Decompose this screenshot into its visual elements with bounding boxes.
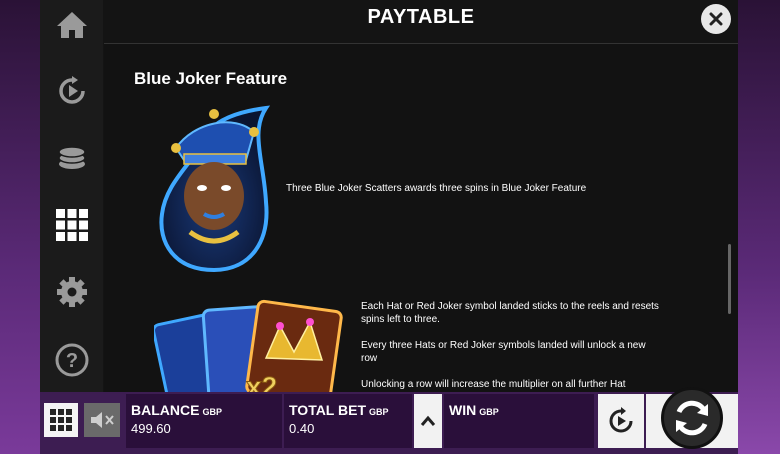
sound-toggle-button[interactable] <box>84 403 120 437</box>
autoplay-button[interactable] <box>598 394 644 448</box>
hat-cards-symbol-image: x2 <box>154 299 343 392</box>
side-nav: ? <box>40 0 103 392</box>
chevron-up-icon <box>420 415 436 426</box>
game-background-left <box>0 0 40 454</box>
sound-muted-icon <box>91 412 114 428</box>
section-title: Blue Joker Feature <box>134 69 288 88</box>
menu-grid-icon <box>50 409 72 431</box>
settings-icon <box>56 277 87 307</box>
game-background-right <box>738 0 780 454</box>
bet-up-button[interactable] <box>414 394 442 448</box>
nav-home-button[interactable] <box>40 0 103 50</box>
total-bet-currency: GBP <box>369 407 389 417</box>
menu-button[interactable] <box>44 403 78 437</box>
autoplay-icon <box>58 76 85 104</box>
autoplay-icon <box>609 407 633 433</box>
total-bet-label: TOTAL BET <box>289 402 366 418</box>
total-bet-value: 0.40 <box>289 421 315 436</box>
win-box: WIN GBP <box>444 394 594 448</box>
feature-description-1: Three Blue Joker Scatters awards three s… <box>286 183 587 194</box>
balance-box: BALANCE GBP 499.60 <box>126 394 282 448</box>
paytable-content[interactable]: Blue Joker Feature Three Blue Joker Scat… <box>104 44 738 392</box>
win-label: WIN <box>449 402 477 418</box>
nav-coins-button[interactable] <box>40 133 103 183</box>
spin-button-area[interactable] <box>646 387 738 449</box>
feature-description-4: Unlocking a row will increase the multip… <box>361 379 626 390</box>
blue-joker-symbol-image <box>159 105 271 273</box>
paytable-grid-icon <box>55 209 88 241</box>
feature-description-3: Every three Hats or Red Joker symbols la… <box>361 340 646 364</box>
paytable-header: PAYTABLE <box>104 0 738 44</box>
nav-autoplay-button[interactable] <box>40 66 103 116</box>
home-icon <box>56 12 87 38</box>
total-bet-label-row: TOTAL BET GBP <box>289 402 389 418</box>
scrollbar[interactable] <box>728 244 731 314</box>
nav-paytable-button[interactable] <box>40 200 103 250</box>
win-label-row: WIN GBP <box>449 402 499 418</box>
feature-description-2: Each Hat or Red Joker symbol landed stic… <box>361 301 659 325</box>
spin-arrows-icon <box>676 400 708 436</box>
coins-icon <box>57 146 86 169</box>
balance-label-row: BALANCE GBP <box>131 402 222 418</box>
page-title: PAYTABLE <box>367 6 475 28</box>
close-button[interactable] <box>701 4 731 34</box>
balance-currency: GBP <box>202 407 222 417</box>
spin-button[interactable] <box>661 387 723 449</box>
nav-settings-button[interactable] <box>40 267 103 317</box>
balance-value: 499.60 <box>131 421 171 436</box>
svg-text:x2: x2 <box>246 371 277 392</box>
nav-help-button[interactable]: ? <box>40 335 103 385</box>
svg-text:?: ? <box>65 350 77 372</box>
close-icon <box>709 12 723 26</box>
balance-label: BALANCE <box>131 402 200 418</box>
total-bet-box: TOTAL BET GBP 0.40 <box>284 394 412 448</box>
help-icon: ? <box>55 343 88 377</box>
win-currency: GBP <box>479 407 499 417</box>
bottom-bar: BALANCE GBP 499.60 TOTAL BET GBP 0.40 WIN G… <box>40 387 738 454</box>
